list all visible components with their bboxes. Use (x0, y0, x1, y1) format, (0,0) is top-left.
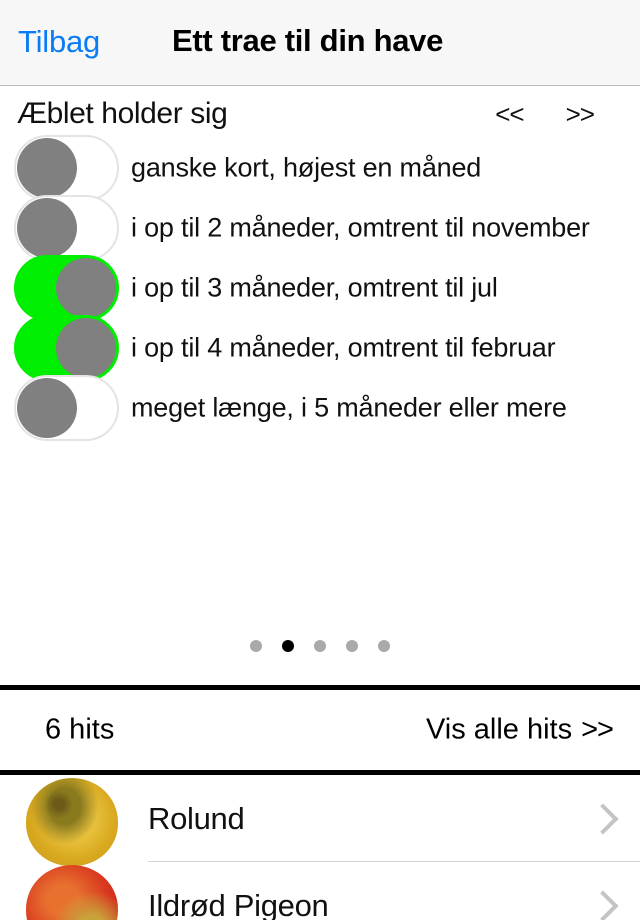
apple-thumbnail-image (26, 865, 118, 920)
page-title: Ett trae til din have (172, 23, 444, 58)
toggle-knob (17, 138, 77, 198)
toggle-knob (56, 318, 116, 378)
results-list: Rolund Ildrød Pigeon (0, 775, 640, 920)
next-page-button[interactable]: >> (566, 99, 595, 130)
show-all-hits-button[interactable]: Vis alle hits >> (425, 713, 614, 747)
option-toggle-switch[interactable] (14, 135, 119, 201)
option-toggle-switch[interactable] (14, 255, 119, 321)
toggle-knob (17, 378, 77, 438)
filter-option-list: ganske kort, højest en måned i op til 2 … (0, 135, 640, 441)
toggle-knob (17, 198, 77, 258)
panel-pagination-arrows: << >> (495, 99, 595, 130)
page-dot-active[interactable] (282, 640, 294, 652)
option-toggle-switch[interactable] (14, 375, 119, 441)
filter-panel: Æblet holder sig << >> ganske kort, høje… (0, 87, 640, 685)
page-dot[interactable] (314, 640, 326, 652)
option-label: ganske kort, højest en måned (131, 152, 482, 183)
option-label: i op til 4 måneder, omtrent til februar (131, 332, 556, 363)
navigation-bar: Tilbag Ett trae til din have (0, 0, 640, 86)
filter-option-row: i op til 2 måneder, omtrent til november (0, 195, 640, 261)
option-label: i op til 3 måneder, omtrent til jul (131, 272, 498, 303)
app-screen: Tilbag Ett trae til din have Æblet holde… (0, 0, 640, 920)
list-item[interactable]: Ildrød Pigeon (0, 862, 640, 920)
list-item[interactable]: Rolund (0, 775, 640, 866)
hits-count-label: 6 hits (45, 713, 115, 746)
toggle-knob (56, 258, 116, 318)
option-label: meget længe, i 5 måneder eller mere (131, 392, 567, 423)
page-dot[interactable] (346, 640, 358, 652)
filter-option-row: ganske kort, højest en måned (0, 135, 640, 201)
page-dot[interactable] (250, 640, 262, 652)
filter-option-row: i op til 4 måneder, omtrent til februar (0, 315, 640, 381)
option-toggle-switch[interactable] (14, 315, 119, 381)
filter-option-row: meget længe, i 5 måneder eller mere (0, 375, 640, 441)
filter-option-row: i op til 3 måneder, omtrent til jul (0, 255, 640, 321)
list-item-label: Ildrød Pigeon (148, 887, 329, 920)
option-label: i op til 2 måneder, omtrent til november (131, 212, 590, 243)
apple-thumbnail-image (26, 778, 118, 866)
list-item-label: Rolund (148, 800, 245, 836)
previous-page-button[interactable]: << (495, 99, 524, 130)
back-button[interactable]: Tilbag (18, 24, 100, 60)
page-dot[interactable] (378, 640, 390, 652)
show-all-hits-label: Vis alle hits (425, 713, 573, 746)
double-chevron-right-icon: >> (581, 713, 614, 746)
filter-question-title: Æblet holder sig (17, 97, 228, 130)
results-summary-bar: 6 hits Vis alle hits >> (0, 690, 640, 770)
chevron-right-icon (587, 802, 619, 835)
chevron-right-icon (587, 889, 619, 920)
page-indicator-dots (0, 640, 640, 652)
option-toggle-switch[interactable] (14, 195, 119, 261)
